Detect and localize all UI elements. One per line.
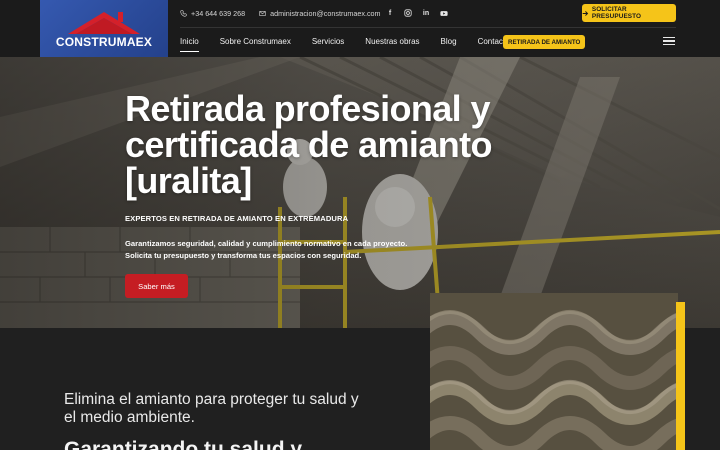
contact-line: +34 644 639 268 administracion@construma… [180, 9, 381, 18]
intro-heading: Elimina el amianto para proteger tu salu… [64, 391, 359, 426]
menu-icon[interactable] [663, 37, 675, 45]
hero-description-line: Garantizamos seguridad, calidad y cumpli… [125, 239, 408, 248]
linkedin-icon[interactable]: in [422, 9, 430, 17]
nav-item-obras[interactable]: Nuestras obras [365, 37, 419, 46]
phone-icon [180, 10, 187, 17]
hero-description: Garantizamos seguridad, calidad y cumpli… [125, 238, 455, 261]
roof-logo-icon [68, 12, 140, 34]
intro-subheading: Garantizando tu salud y [64, 438, 303, 450]
learn-more-button[interactable]: Saber más [125, 274, 188, 298]
nav-item-sobre[interactable]: Sobre Construmaex [220, 37, 291, 46]
email-address: administracion@construmaex.com [270, 9, 381, 18]
instagram-icon[interactable] [404, 9, 412, 17]
nav-item-retirada-amianto[interactable]: RETIRADA DE AMIANTO [503, 35, 586, 49]
arrow-right-icon [582, 10, 589, 16]
email-link[interactable]: administracion@construmaex.com [259, 9, 381, 18]
main-nav: Inicio Sobre Construmaex Servicios Nuest… [180, 37, 531, 52]
logo-text: CONSTRUMAEX [55, 35, 153, 49]
accent-strip [676, 302, 685, 450]
header-divider [180, 27, 676, 28]
site-header: CONSTRUMAEX +34 644 639 268 administraci… [0, 0, 720, 57]
request-quote-label: SOLICITAR PRESUPUESTO [591, 6, 642, 20]
mail-icon [259, 11, 266, 16]
phone-link[interactable]: +34 644 639 268 [180, 9, 245, 18]
request-quote-button[interactable]: SOLICITAR PRESUPUESTO [582, 4, 676, 22]
hero-section: Retirada profesional y certificada de am… [0, 57, 720, 328]
social-links: f in [386, 9, 448, 17]
asbestos-sheets-image [430, 293, 678, 450]
nav-item-servicios[interactable]: Servicios [312, 37, 344, 46]
nav-item-inicio[interactable]: Inicio [180, 37, 199, 52]
phone-number: +34 644 639 268 [191, 9, 246, 18]
logo[interactable]: CONSTRUMAEX [40, 0, 168, 57]
hero-description-line: Solicita tu presupuesto y transforma tus… [125, 250, 362, 260]
facebook-icon[interactable]: f [386, 9, 394, 17]
youtube-icon[interactable] [440, 9, 448, 17]
hero-title: Retirada profesional y certificada de am… [125, 88, 493, 201]
hero-subtitle: EXPERTOS EN RETIRADA DE AMIANTO EN EXTRE… [125, 214, 349, 223]
nav-item-blog[interactable]: Blog [441, 37, 457, 46]
